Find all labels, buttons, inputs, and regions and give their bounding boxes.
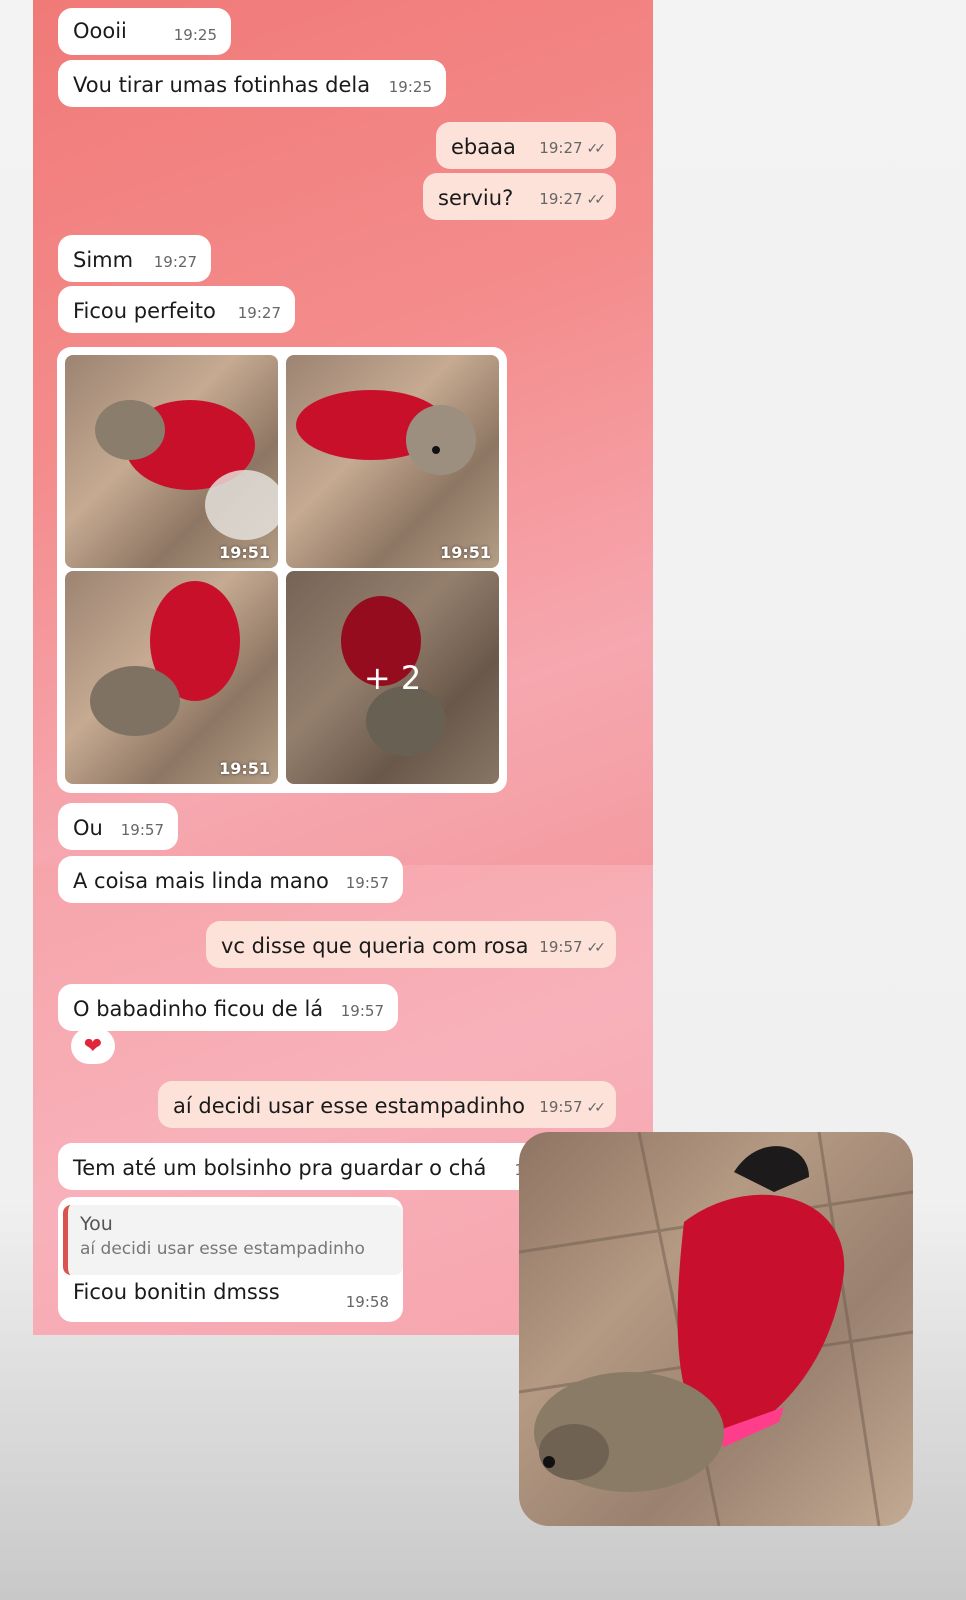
message-outgoing[interactable]: serviu? 19:27 ✓✓ (423, 173, 616, 220)
quoted-author: You (80, 1213, 113, 1235)
photo-thumbnail[interactable]: 19:51 (286, 355, 499, 568)
message-outgoing[interactable]: aí decidi usar esse estampadinho 19:57 ✓✓ (158, 1081, 616, 1128)
message-text: Vou tirar umas fotinhas dela (73, 73, 371, 97)
message-incoming[interactable]: A coisa mais linda mano 19:57 (58, 856, 403, 903)
double-check-icon: ✓✓ (586, 1100, 607, 1116)
photo-thumbnail[interactable]: 19:51 (65, 355, 278, 568)
message-text: serviu? (438, 186, 514, 210)
message-time: 19:58 (345, 1293, 389, 1311)
message-outgoing[interactable]: ebaaa 19:27 ✓✓ (436, 122, 616, 169)
quoted-message[interactable]: You aí decidi usar esse estampadinho (63, 1205, 403, 1275)
quoted-text: aí decidi usar esse estampadinho (80, 1239, 365, 1259)
message-time: 19:25 (173, 26, 217, 44)
photo-time: 19:51 (219, 543, 270, 562)
double-check-icon: ✓✓ (586, 141, 607, 157)
message-meta: 19:27 ✓✓ (539, 135, 607, 162)
dog-photo-icon (90, 581, 240, 736)
message-time: 19:57 (345, 874, 389, 892)
message-incoming[interactable]: Ou 19:57 (58, 803, 178, 850)
dog-photo-icon (95, 400, 278, 540)
message-text: vc disse que queria com rosa (221, 934, 529, 958)
message-text: Ficou bonitin dmsss (73, 1280, 280, 1304)
dog-in-red-shirt-icon (519, 1132, 913, 1526)
photo-grid-message[interactable]: 19:51 19:51 19:51 + 2 (57, 347, 507, 793)
more-photos-count: + 2 (286, 571, 499, 784)
message-time: 19:27 (153, 253, 197, 271)
message-meta: 19:57 ✓✓ (539, 1094, 607, 1121)
photo-thumbnail[interactable]: 19:51 (65, 571, 278, 784)
message-incoming[interactable]: Ficou perfeito 19:27 (58, 286, 295, 333)
message-time: 19:57 (539, 1098, 583, 1116)
dog-photo-icon (296, 390, 476, 475)
message-incoming[interactable]: Vou tirar umas fotinhas dela 19:25 (58, 60, 446, 107)
message-text: Simm (73, 248, 134, 272)
message-text: O babadinho ficou de lá (73, 997, 324, 1021)
message-text: Ou (73, 816, 103, 840)
message-time: 19:57 (539, 938, 583, 956)
dog-photo (519, 1132, 913, 1526)
heart-reaction-icon[interactable]: ❤ (71, 1028, 115, 1064)
message-incoming[interactable]: O babadinho ficou de lá 19:57 (58, 984, 398, 1031)
message-time: 19:27 (539, 190, 583, 208)
double-check-icon: ✓✓ (586, 940, 607, 956)
message-incoming[interactable]: Oooii 19:25 (58, 8, 231, 55)
message-time: 19:57 (120, 821, 164, 839)
photo-time: 19:51 (440, 543, 491, 562)
photo-thumbnail-more[interactable]: + 2 (286, 571, 499, 784)
message-time: 19:27 (539, 139, 583, 157)
message-text: Oooii (73, 19, 127, 43)
message-meta: 19:27 ✓✓ (539, 186, 607, 213)
message-time: 19:57 (340, 1002, 384, 1020)
message-incoming[interactable]: Tem até um bolsinho pra guardar o chá 1 (58, 1143, 538, 1190)
message-time: 19:25 (388, 78, 432, 96)
message-text: ebaaa (451, 135, 516, 159)
photo-time: 19:51 (219, 759, 270, 778)
message-meta: 19:57 ✓✓ (539, 934, 607, 961)
message-text: A coisa mais linda mano (73, 869, 329, 893)
reaction-emoji: ❤ (83, 1033, 103, 1059)
message-outgoing[interactable]: vc disse que queria com rosa 19:57 ✓✓ (206, 921, 616, 968)
message-incoming[interactable]: Simm 19:27 (58, 235, 211, 282)
message-text: Tem até um bolsinho pra guardar o chá (73, 1156, 487, 1180)
message-text: Ficou perfeito (73, 299, 216, 323)
message-text: aí decidi usar esse estampadinho (173, 1094, 525, 1118)
double-check-icon: ✓✓ (586, 192, 607, 208)
message-time: 19:27 (237, 304, 281, 322)
